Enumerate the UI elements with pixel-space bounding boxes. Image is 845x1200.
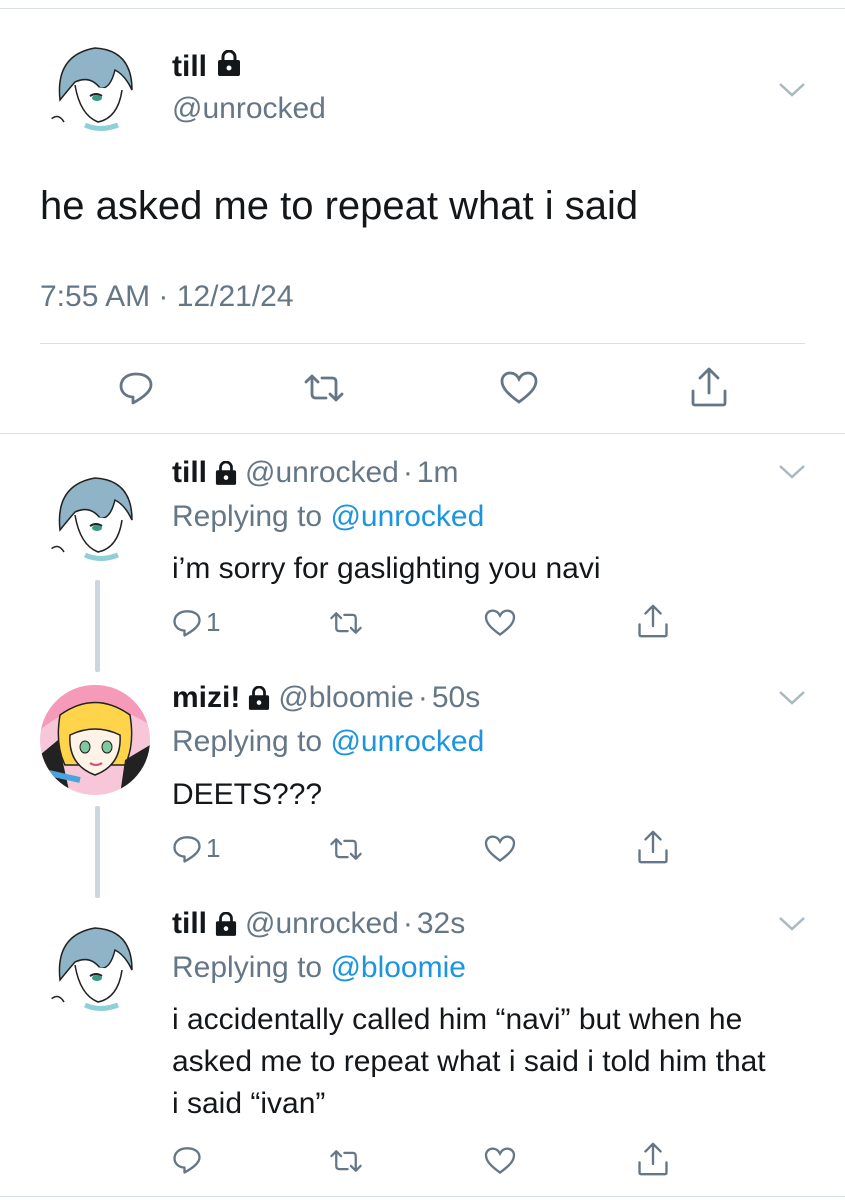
- display-name-text[interactable]: till: [172, 50, 207, 84]
- display-name[interactable]: mizi!: [172, 681, 240, 715]
- reply-count: 1: [206, 833, 221, 863]
- reply-count: 1: [206, 607, 221, 637]
- share-icon: [638, 604, 668, 638]
- display-name[interactable]: till: [172, 907, 207, 941]
- top-divider: [0, 8, 845, 9]
- retweet-icon: [330, 612, 362, 634]
- like-button[interactable]: [500, 371, 538, 405]
- avatar[interactable]: [40, 460, 150, 570]
- heart-icon: [484, 835, 516, 862]
- lock-icon: [215, 910, 237, 944]
- share-icon: [638, 830, 668, 864]
- time-ago[interactable]: 32s: [417, 907, 465, 941]
- chevron-down-icon[interactable]: [778, 914, 806, 934]
- like-button[interactable]: [484, 609, 516, 637]
- thread-line: [95, 806, 100, 898]
- replying-prefix: Replying to: [172, 500, 323, 533]
- reply-header: till @unrocked · 32s: [172, 907, 465, 941]
- avatar[interactable]: [40, 910, 150, 1020]
- replying-to: Replying to @bloomie: [172, 951, 466, 985]
- reply-icon: [173, 1147, 201, 1174]
- avatar[interactable]: [40, 30, 150, 140]
- share-icon: [691, 367, 727, 407]
- time-ago[interactable]: 50s: [432, 681, 480, 715]
- lock-icon: [217, 49, 241, 84]
- mention-link[interactable]: @bloomie: [330, 951, 466, 984]
- handle[interactable]: @unrocked: [245, 907, 399, 941]
- meta-divider: [40, 343, 805, 344]
- dot-separator: ·: [402, 907, 413, 940]
- tweet-date: 12/21/24: [176, 280, 294, 313]
- reply-button[interactable]: 1: [172, 607, 220, 638]
- heart-icon: [484, 1147, 516, 1174]
- bottom-divider: [0, 1196, 845, 1197]
- reply-header: mizi! @bloomie · 50s: [172, 681, 480, 715]
- reply-button[interactable]: [118, 370, 154, 406]
- retweet-icon: [330, 1150, 362, 1172]
- time-ago[interactable]: 1m: [417, 456, 459, 490]
- tweet-text: DEETS???: [172, 778, 323, 811]
- tweet-text: i accidentally called him “navi” but whe…: [172, 1003, 766, 1120]
- lock-icon: [248, 684, 270, 718]
- reply-icon: [119, 372, 153, 405]
- tweet-timestamp[interactable]: 7:55 AM · 12/21/24: [40, 280, 294, 314]
- handle[interactable]: @unrocked: [172, 92, 326, 126]
- lock-icon: [215, 459, 237, 493]
- retweet-button[interactable]: [328, 1148, 364, 1174]
- retweet-icon: [304, 374, 344, 402]
- reply-button[interactable]: 1: [172, 833, 220, 864]
- tweet-time: 7:55 AM: [40, 280, 151, 313]
- display-name[interactable]: till: [172, 456, 207, 490]
- reply-button[interactable]: [172, 1145, 206, 1175]
- section-divider: [0, 433, 845, 434]
- share-button[interactable]: [690, 367, 728, 407]
- retweet-button[interactable]: [328, 610, 364, 636]
- replying-prefix: Replying to: [172, 725, 323, 758]
- mention-link[interactable]: @unrocked: [330, 500, 484, 533]
- replying-to: Replying to @unrocked: [172, 725, 484, 759]
- retweet-icon: [330, 838, 362, 860]
- heart-icon: [484, 609, 516, 636]
- share-button[interactable]: [637, 1142, 669, 1176]
- thread-line: [95, 580, 100, 672]
- chevron-down-icon[interactable]: [778, 80, 806, 100]
- share-button[interactable]: [637, 604, 669, 638]
- handle[interactable]: @unrocked: [245, 456, 399, 490]
- chevron-down-icon[interactable]: [778, 462, 806, 482]
- display-name[interactable]: till: [172, 49, 241, 84]
- tweet-text: i’m sorry for gaslighting you navi: [172, 552, 601, 585]
- mention-link[interactable]: @unrocked: [330, 725, 484, 758]
- dot-separator: ·: [417, 681, 428, 714]
- reply-icon: [173, 609, 201, 637]
- share-icon: [638, 1142, 668, 1176]
- share-button[interactable]: [637, 830, 669, 864]
- like-button[interactable]: [484, 835, 516, 863]
- tweet-text: he asked me to repeat what i said: [40, 184, 639, 228]
- retweet-button[interactable]: [302, 372, 346, 404]
- retweet-button[interactable]: [328, 836, 364, 862]
- meta-separator: ·: [158, 280, 169, 313]
- dot-separator: ·: [402, 456, 413, 489]
- handle[interactable]: @bloomie: [278, 681, 414, 715]
- replying-prefix: Replying to: [172, 951, 323, 984]
- replying-to: Replying to @unrocked: [172, 500, 484, 534]
- chevron-down-icon[interactable]: [778, 688, 806, 708]
- avatar[interactable]: [40, 685, 150, 795]
- reply-icon: [173, 835, 201, 863]
- like-button[interactable]: [484, 1147, 516, 1175]
- reply-header: till @unrocked · 1m: [172, 456, 459, 490]
- heart-icon: [500, 371, 538, 404]
